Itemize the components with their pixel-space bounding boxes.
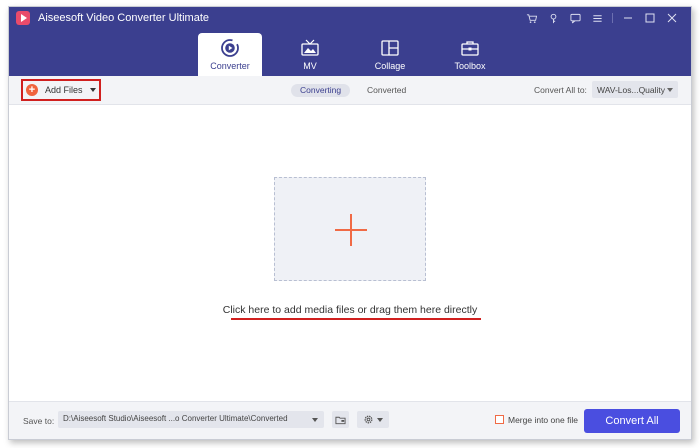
merge-label: Merge into one file [508, 415, 578, 425]
title-actions [520, 7, 683, 29]
open-folder-button[interactable] [332, 411, 349, 428]
chevron-down-icon[interactable] [89, 88, 96, 92]
plus-icon [350, 214, 352, 246]
add-icon: + [26, 84, 38, 96]
menu-icon[interactable] [586, 7, 608, 29]
drop-hint-link[interactable]: Click here to add media files or drag th… [9, 304, 691, 316]
merge-checkbox[interactable] [495, 415, 504, 424]
converter-icon [220, 38, 240, 58]
chat-icon[interactable] [564, 7, 586, 29]
key-icon[interactable] [542, 7, 564, 29]
main-nav: Converter MV Collage Toolbox [9, 29, 691, 76]
title-separator [612, 13, 613, 23]
convert-all-button[interactable]: Convert All [584, 409, 680, 433]
tab-converter[interactable]: Converter [198, 33, 262, 76]
tab-toolbox[interactable]: Toolbox [438, 33, 502, 76]
save-to-label: Save to: [23, 416, 55, 426]
collage-icon [380, 38, 400, 58]
tab-label: Converter [210, 61, 250, 71]
tab-label: Collage [374, 61, 406, 71]
mv-icon [300, 38, 320, 58]
settings-button[interactable] [357, 411, 389, 428]
drop-zone[interactable] [274, 177, 426, 281]
app-title: Aiseesoft Video Converter Ultimate [38, 12, 209, 24]
main-area: Click here to add media files or drag th… [9, 105, 691, 401]
toolbox-icon [460, 38, 480, 58]
save-path-value: D:\Aiseesoft Studio\Aiseesoft ...o Conve… [63, 414, 288, 423]
close-icon[interactable] [661, 7, 683, 29]
save-path-select[interactable]: D:\Aiseesoft Studio\Aiseesoft ...o Conve… [58, 411, 324, 428]
cart-icon[interactable] [520, 7, 542, 29]
convert-all-to-label: Convert All to: [534, 85, 587, 95]
tab-collage[interactable]: Collage [358, 33, 422, 76]
chevron-down-icon [312, 418, 318, 422]
maximize-icon[interactable] [639, 7, 661, 29]
hint-underline [231, 318, 481, 320]
output-format-select[interactable]: WAV-Los...Quality [592, 81, 678, 98]
output-format-value: WAV-Los...Quality [597, 84, 666, 95]
tab-label: MV [303, 61, 317, 71]
app-window: Aiseesoft Video Converter Ultimate Conve… [8, 6, 692, 440]
title-bar: Aiseesoft Video Converter Ultimate [9, 7, 691, 29]
folder-icon [335, 416, 346, 424]
add-files-button[interactable]: + Add Files [21, 79, 101, 101]
minimize-icon[interactable] [617, 7, 639, 29]
tab-converting[interactable]: Converting [291, 84, 351, 97]
toolbar: + Add Files Converting Converted Convert… [9, 76, 691, 105]
add-files-label: Add Files [45, 85, 83, 95]
chevron-down-icon [667, 88, 673, 92]
gear-icon [364, 415, 373, 424]
tab-converted[interactable]: Converted [358, 84, 415, 97]
tab-mv[interactable]: MV [278, 33, 342, 76]
app-logo-icon [16, 11, 30, 25]
tab-label: Toolbox [454, 61, 486, 71]
bottom-bar: Save to: D:\Aiseesoft Studio\Aiseesoft .… [9, 401, 691, 439]
chevron-down-icon [377, 417, 383, 422]
